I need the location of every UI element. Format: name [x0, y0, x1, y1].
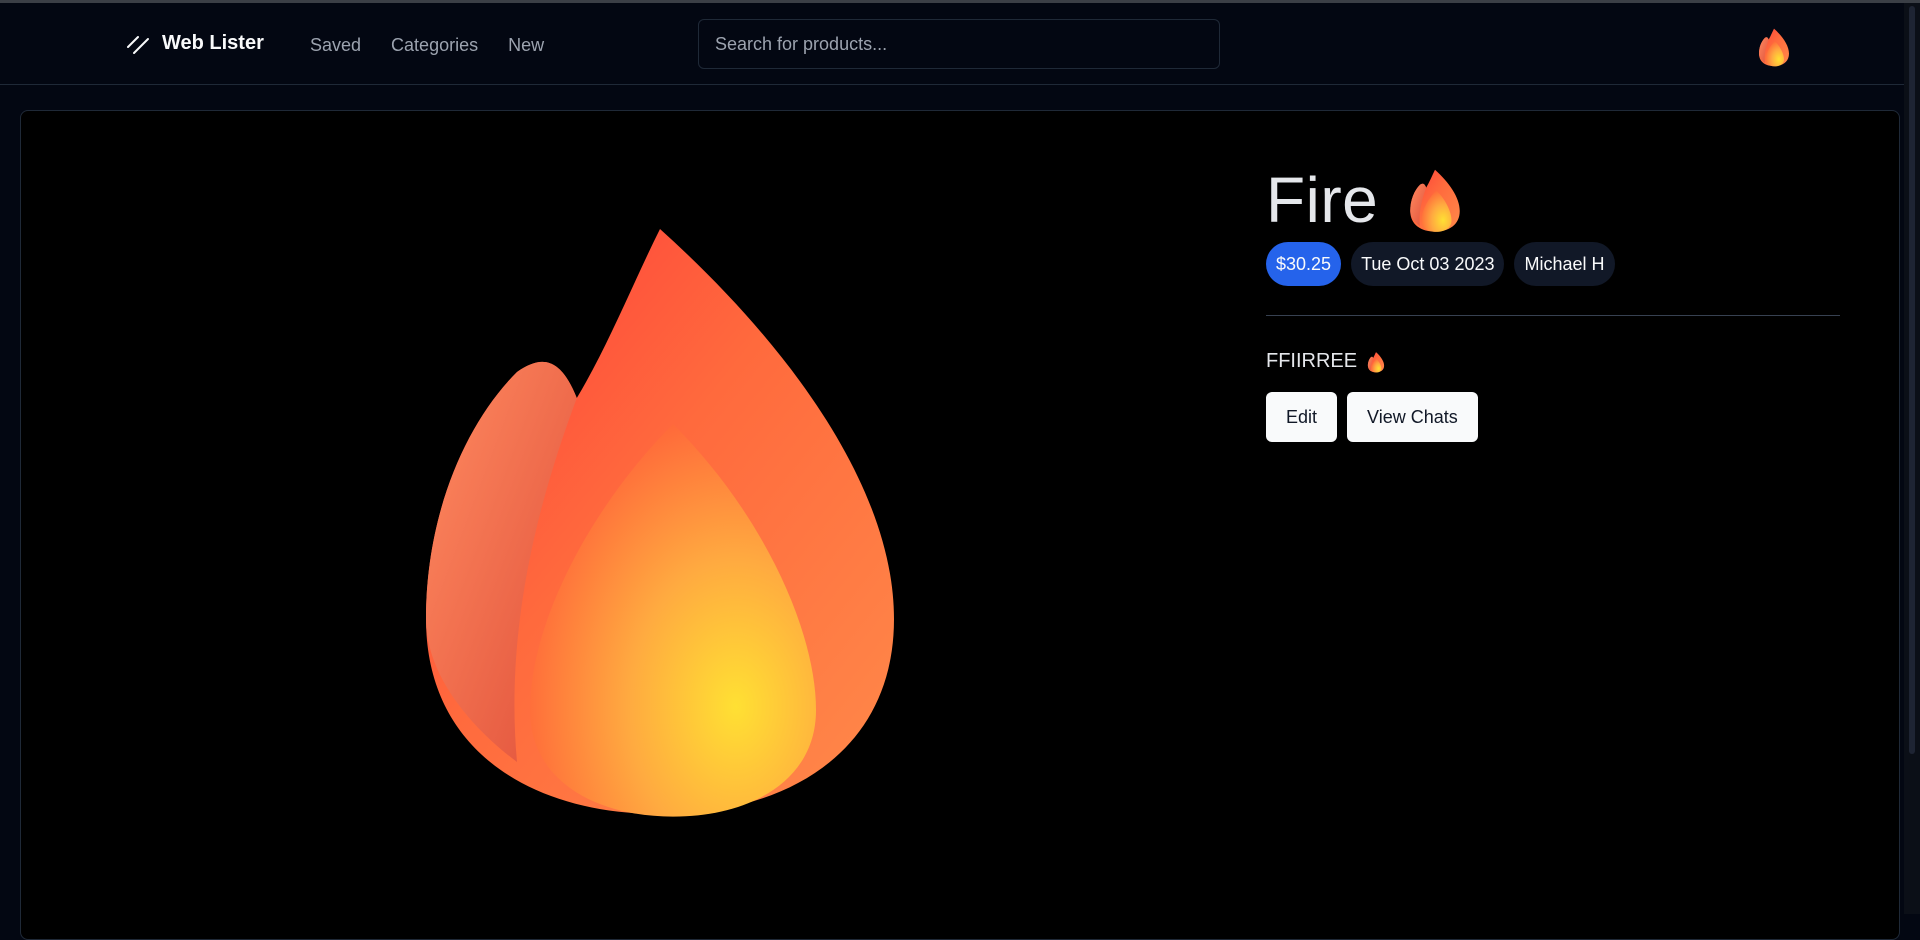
scrollbar-thumb[interactable]	[1909, 6, 1915, 754]
fire-icon	[1406, 167, 1464, 233]
fire-icon[interactable]	[1757, 27, 1791, 67]
slash-logo-icon	[127, 35, 149, 54]
price-badge: $30.25	[1266, 242, 1342, 286]
description-text: FFIIRREE	[1266, 350, 1358, 372]
nav-link-saved[interactable]: Saved	[310, 35, 361, 56]
brand-logo[interactable]: Web Lister	[126, 32, 264, 55]
brand-name: Web Lister	[162, 32, 264, 54]
search-input[interactable]	[698, 19, 1220, 69]
nav-link-new[interactable]: New	[508, 35, 544, 56]
product-badges: $30.25 Tue Oct 03 2023 Michael H	[1266, 242, 1615, 286]
nav-link-categories[interactable]: Categories	[391, 35, 478, 56]
seller-badge: Michael H	[1514, 242, 1615, 286]
product-title-row: Fire	[1266, 160, 1464, 240]
product-card	[20, 110, 1900, 940]
product-image-fire-icon	[400, 200, 920, 830]
product-title: Fire	[1266, 164, 1379, 236]
view-chats-button[interactable]: View Chats	[1347, 392, 1478, 442]
date-badge: Tue Oct 03 2023	[1351, 242, 1505, 286]
fire-icon	[1367, 351, 1385, 373]
product-actions: Edit View Chats	[1266, 392, 1478, 442]
edit-button[interactable]: Edit	[1266, 392, 1338, 442]
navbar: Web Lister Saved Categories New	[0, 3, 1920, 85]
divider	[1266, 315, 1840, 316]
product-description: FFIIRREE	[1266, 350, 1385, 373]
nav-links: Saved Categories New	[310, 35, 544, 56]
